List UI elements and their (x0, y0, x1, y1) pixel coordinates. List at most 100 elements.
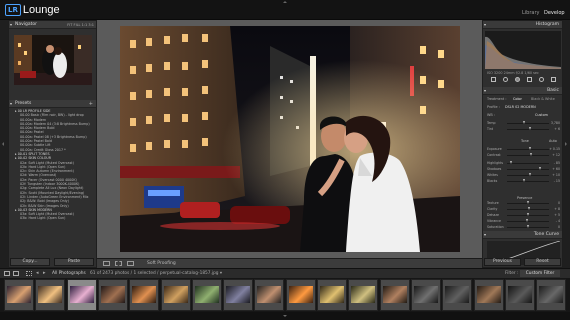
slider-value[interactable]: + 60 (552, 167, 560, 171)
slider-knob[interactable] (523, 179, 526, 182)
treatment-bw[interactable]: Black & White (531, 97, 555, 101)
slider-value[interactable]: + 12 (552, 153, 560, 157)
slider-whites[interactable]: Whites + 10 (487, 173, 560, 177)
filmstrip-thumbnail[interactable] (410, 279, 441, 311)
filmstrip-thumbnail[interactable] (160, 279, 191, 311)
back-arrow-icon[interactable]: ◂ (36, 270, 39, 276)
wb-value[interactable]: Custom (535, 113, 548, 117)
slider-value[interactable]: - 15 (554, 179, 560, 183)
slider-value[interactable]: + 10 (552, 173, 560, 177)
slider-clarity[interactable]: Clarity + 8 (487, 207, 560, 211)
tone-curve-header[interactable]: Tone Curve (483, 231, 562, 239)
filmstrip-thumbnail[interactable] (348, 279, 379, 311)
slider-value[interactable]: + 5 (554, 213, 560, 217)
filmstrip-thumbnail[interactable] (317, 279, 347, 311)
preset-item[interactable]: 02g: Complete All Lux (Neon Daylight) (12, 186, 94, 190)
soft-proofing-toggle[interactable]: Soft Proofing (147, 260, 176, 268)
basic-header[interactable]: Basic (483, 87, 562, 95)
profile-value[interactable]: DSLR 02 MODERN (505, 105, 536, 109)
red-eye-icon[interactable] (514, 77, 520, 82)
spot-removal-icon[interactable] (502, 77, 508, 82)
monitor-1-icon[interactable] (4, 271, 10, 276)
filmstrip-thumbnail[interactable] (129, 279, 160, 311)
slider-exposure[interactable]: Exposure + 0.15 (487, 147, 560, 151)
slider-track[interactable] (507, 168, 549, 170)
navigator-preview[interactable] (14, 35, 92, 85)
slider-track[interactable] (507, 122, 549, 124)
slider-value[interactable]: + 0.15 (549, 147, 560, 151)
preset-item[interactable]: 03b: Hard Light (Open Sun) (12, 216, 94, 220)
bottom-panel-toggle-icon[interactable] (283, 315, 287, 317)
filmstrip-thumbnail[interactable] (223, 279, 254, 311)
filmstrip-thumbnail[interactable] (97, 279, 128, 311)
slider-texture[interactable]: Texture 0 (487, 201, 560, 205)
preset-item[interactable]: 00-00 Basic (Film noir, BW) - light drop (12, 113, 94, 117)
treatment-color[interactable]: Color (513, 97, 522, 101)
slider-value[interactable]: 3,780 (551, 121, 560, 125)
navigator-zoom-options[interactable]: FIT FILL 1:1 3:1 (67, 21, 94, 29)
slider-value[interactable]: 0 (558, 225, 560, 229)
radial-filter-icon[interactable] (539, 77, 545, 82)
filter-dropdown[interactable]: Custom Filter (520, 270, 560, 277)
filmstrip-thumbnail[interactable] (4, 279, 34, 311)
slider-contrast[interactable]: Contrast + 12 (487, 153, 560, 157)
slider-dehaze[interactable]: Dehaze + 5 (487, 213, 560, 217)
filmstrip-thumbnail[interactable] (254, 279, 285, 311)
filmstrip-thumbnail[interactable] (442, 279, 473, 311)
slider-tint[interactable]: Tint + 6 (487, 127, 560, 131)
compare-view-icon[interactable] (127, 261, 134, 266)
histogram-header[interactable]: Histogram (483, 21, 562, 29)
navigator-header[interactable]: Navigator FIT FILL 1:1 3:1 (9, 21, 96, 29)
slider-track[interactable] (507, 220, 549, 222)
filmstrip-thumbnail[interactable] (473, 279, 504, 311)
slider-knob[interactable] (539, 167, 542, 170)
slider-track[interactable] (507, 162, 549, 164)
graduated-filter-icon[interactable] (527, 77, 533, 82)
slider-knob[interactable] (526, 225, 529, 228)
loupe-view-icon[interactable] (103, 261, 110, 266)
filmstrip-thumbnail[interactable] (504, 279, 535, 311)
slider-knob[interactable] (526, 201, 529, 204)
slider-track[interactable] (507, 180, 549, 182)
slider-value[interactable]: + 6 (554, 127, 560, 131)
grid-view-icon[interactable] (26, 271, 32, 276)
slider-value[interactable]: - 4 (556, 219, 560, 223)
slider-blacks[interactable]: Blacks - 15 (487, 179, 560, 183)
left-panel-toggle-icon[interactable] (2, 142, 4, 146)
slider-knob[interactable] (527, 213, 530, 216)
slider-track[interactable] (507, 154, 549, 156)
top-panel-toggle-icon[interactable] (283, 1, 287, 3)
adjustment-brush-icon[interactable] (551, 77, 557, 82)
slider-saturation[interactable]: Saturation 0 (487, 225, 560, 229)
slider-temp[interactable]: Temp 3,780 (487, 121, 560, 125)
slider-value[interactable]: 0 (558, 201, 560, 205)
filmstrip-thumbnail[interactable] (536, 279, 567, 311)
before-after-icon[interactable] (115, 261, 122, 266)
slider-knob[interactable] (529, 153, 532, 156)
slider-value[interactable]: - 85 (554, 161, 560, 165)
slider-knob[interactable] (528, 173, 531, 176)
slider-knob[interactable] (525, 219, 528, 222)
slider-highlights[interactable]: Highlights - 85 (487, 161, 560, 165)
paste-button[interactable]: Paste (54, 258, 94, 266)
copy-button[interactable]: Copy... (10, 258, 50, 266)
presets-header[interactable]: Presets + (9, 100, 96, 108)
right-panel-toggle-icon[interactable] (565, 142, 567, 146)
main-photo[interactable] (120, 26, 460, 252)
forward-arrow-icon[interactable]: ▸ (43, 270, 46, 276)
tone-auto-button[interactable]: Auto (549, 139, 557, 143)
filmstrip-thumbnail[interactable] (285, 279, 316, 311)
previous-button[interactable]: Previous (484, 258, 521, 266)
slider-vibrance[interactable]: Vibrance - 4 (487, 219, 560, 223)
slider-value[interactable]: + 8 (554, 207, 560, 211)
slider-shadows[interactable]: Shadows + 60 (487, 167, 560, 171)
slider-knob[interactable] (509, 161, 512, 164)
filmstrip-thumbnail[interactable] (191, 279, 222, 311)
module-develop[interactable]: Develop (544, 10, 565, 16)
slider-knob[interactable] (528, 147, 531, 150)
image-canvas[interactable] (97, 20, 482, 258)
crop-tool-icon[interactable] (490, 77, 496, 82)
filmstrip-thumbnail[interactable] (379, 279, 410, 311)
module-library[interactable]: Library (522, 10, 539, 16)
slider-knob[interactable] (528, 127, 531, 130)
